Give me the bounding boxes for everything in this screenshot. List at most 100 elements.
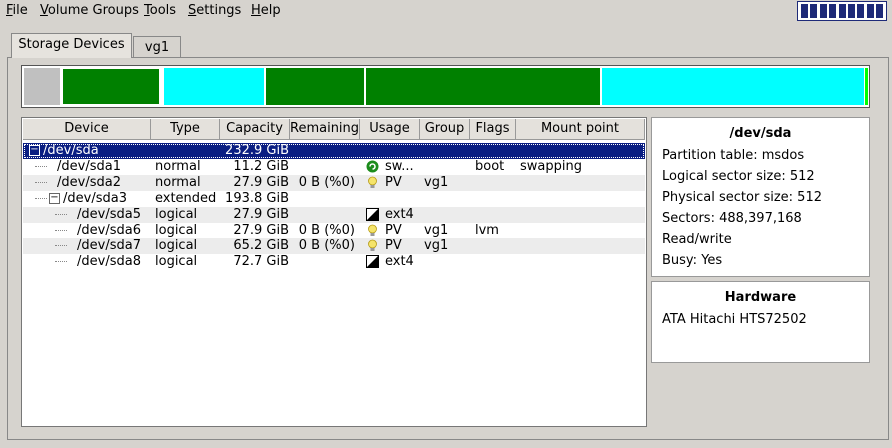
tree-row[interactable]: /dev/sda7 logical 65.2 GiB 0 B (%0) PV vg1 xyxy=(23,238,645,255)
device-tree: Device Type Capacity Remaining Usage Gro… xyxy=(21,117,647,427)
busy-indicator xyxy=(797,1,887,21)
capacity-cell: 27.9 GiB xyxy=(233,174,289,190)
usage-cell: sw... xyxy=(385,158,414,174)
busy-indicator-block xyxy=(829,4,837,18)
filesystem-icon xyxy=(366,255,379,269)
remaining-cell: 0 B (%0) xyxy=(298,174,355,190)
menu-help[interactable]: Help xyxy=(251,2,281,19)
busy-indicator-block xyxy=(819,4,827,18)
lightbulb-icon xyxy=(366,239,379,252)
device-cell: /dev/sda5 xyxy=(77,206,141,222)
column-header-flags[interactable]: Flags xyxy=(470,119,516,140)
usage-cell: PV xyxy=(385,222,402,238)
partition-segment-sda8[interactable] xyxy=(865,68,868,105)
menu-file[interactable]: File xyxy=(6,2,28,19)
device-cell: /dev/sda2 xyxy=(57,174,121,190)
busy-indicator-block xyxy=(866,4,874,18)
tab-vg1[interactable]: vg1 xyxy=(133,36,181,58)
partition-segment-unallocated[interactable] xyxy=(24,68,60,105)
partition-segment-sda1[interactable] xyxy=(62,68,160,105)
column-header-device[interactable]: Device xyxy=(23,119,151,140)
group-cell: vg1 xyxy=(424,174,449,190)
partition-segment-sda7[interactable] xyxy=(602,68,864,105)
type-cell: normal xyxy=(155,158,201,174)
tree-connector xyxy=(55,213,67,215)
usage-cell: PV xyxy=(385,238,402,254)
device-info-panel: /dev/sda Partition table: msdos Logical … xyxy=(651,117,870,277)
tree-connector xyxy=(55,245,67,247)
capacity-cell: 27.9 GiB xyxy=(233,206,289,222)
type-cell: logical xyxy=(155,254,198,270)
busy-indicator-block xyxy=(838,4,846,18)
column-header-group[interactable]: Group xyxy=(420,119,470,140)
tree-connector xyxy=(55,229,67,231)
tree-row[interactable]: /dev/sda2 normal 27.9 GiB 0 B (%0) PV vg1 xyxy=(23,174,645,191)
hardware-info-panel: Hardware ATA Hitachi HTS72502 xyxy=(651,281,870,363)
lightbulb-icon xyxy=(366,176,379,189)
mount-point-cell: swapping xyxy=(520,158,582,174)
busy-indicator-block xyxy=(876,4,884,18)
column-header-remaining[interactable]: Remaining xyxy=(290,119,360,140)
info-read-write: Read/write xyxy=(662,232,732,247)
menu-volume-groups[interactable]: Volume Groups xyxy=(40,2,139,19)
capacity-cell: 232.9 GiB xyxy=(225,143,289,158)
busy-indicator-block xyxy=(848,4,855,18)
tree-connector xyxy=(35,181,47,183)
partition-segment-sda2[interactable] xyxy=(164,68,264,105)
type-cell: logical xyxy=(155,206,198,222)
type-cell: logical xyxy=(155,238,198,254)
usage-cell: PV xyxy=(385,174,402,190)
menu-tools[interactable]: Tools xyxy=(144,2,176,19)
group-cell: vg1 xyxy=(424,222,449,238)
tab-storage-devices[interactable]: Storage Devices xyxy=(11,33,132,58)
device-cell: /dev/sda7 xyxy=(77,238,141,254)
device-cell: /dev/sda8 xyxy=(77,254,141,270)
busy-indicator-block xyxy=(857,4,865,18)
collapse-icon[interactable]: − xyxy=(29,145,40,156)
remaining-cell: 0 B (%0) xyxy=(298,222,355,238)
tree-row[interactable]: /dev/sda6 logical 27.9 GiB 0 B (%0) PV vg1 lvm xyxy=(23,223,645,239)
tree-row[interactable]: −/dev/sda 232.9 GiB xyxy=(23,143,645,159)
info-logical-sector-size: Logical sector size: 512 xyxy=(662,169,815,184)
tree-row[interactable]: −/dev/sda3 extended 193.8 GiB xyxy=(23,191,645,207)
usage-cell: ext4 xyxy=(385,254,414,270)
capacity-cell: 11.2 GiB xyxy=(233,158,289,174)
group-cell: vg1 xyxy=(424,238,449,254)
column-header-capacity[interactable]: Capacity xyxy=(220,119,290,140)
partition-segment-sda5[interactable] xyxy=(266,68,364,105)
column-header-mount-point[interactable]: Mount point xyxy=(516,119,645,140)
tree-row[interactable]: /dev/sda5 logical 27.9 GiB ext4 xyxy=(23,206,645,223)
hardware-title: Hardware xyxy=(724,290,797,305)
tree-row[interactable]: /dev/sda1 normal 11.2 GiB sw... boot swapping xyxy=(23,159,645,175)
device-info-title: /dev/sda xyxy=(729,126,792,141)
column-header-usage[interactable]: Usage xyxy=(360,119,420,140)
collapse-icon[interactable]: − xyxy=(49,192,60,204)
info-physical-sector-size: Physical sector size: 512 xyxy=(662,190,822,205)
capacity-cell: 65.2 GiB xyxy=(233,238,289,254)
type-cell: logical xyxy=(155,222,198,238)
capacity-cell: 27.9 GiB xyxy=(233,222,289,238)
type-cell: extended xyxy=(155,190,217,206)
filesystem-icon xyxy=(366,207,379,221)
partition-segment-sda6[interactable] xyxy=(366,68,600,105)
column-header-type[interactable]: Type xyxy=(151,119,220,140)
device-cell: /dev/sda xyxy=(43,143,99,158)
info-partition-table: Partition table: msdos xyxy=(662,148,805,163)
hardware-model: ATA Hitachi HTS72502 xyxy=(662,312,807,327)
menu-bar: File Volume Groups Tools Settings Help xyxy=(0,0,892,22)
usage-cell: ext4 xyxy=(385,206,414,222)
capacity-cell: 72.7 GiB xyxy=(233,254,289,270)
menu-settings[interactable]: Settings xyxy=(188,2,241,19)
remaining-cell: 0 B (%0) xyxy=(298,238,355,254)
device-cell: /dev/sda3 xyxy=(63,190,127,206)
busy-indicator-block xyxy=(801,4,808,18)
swap-icon xyxy=(366,160,379,173)
info-busy: Busy: Yes xyxy=(662,253,723,268)
capacity-cell: 193.8 GiB xyxy=(225,190,289,206)
partition-map xyxy=(21,65,870,108)
device-cell: /dev/sda6 xyxy=(77,222,141,238)
device-cell: /dev/sda1 xyxy=(57,158,121,174)
info-sectors: Sectors: 488,397,168 xyxy=(662,211,802,226)
tree-row[interactable]: /dev/sda8 logical 72.7 GiB ext4 xyxy=(23,254,645,270)
tree-connector xyxy=(35,165,47,167)
